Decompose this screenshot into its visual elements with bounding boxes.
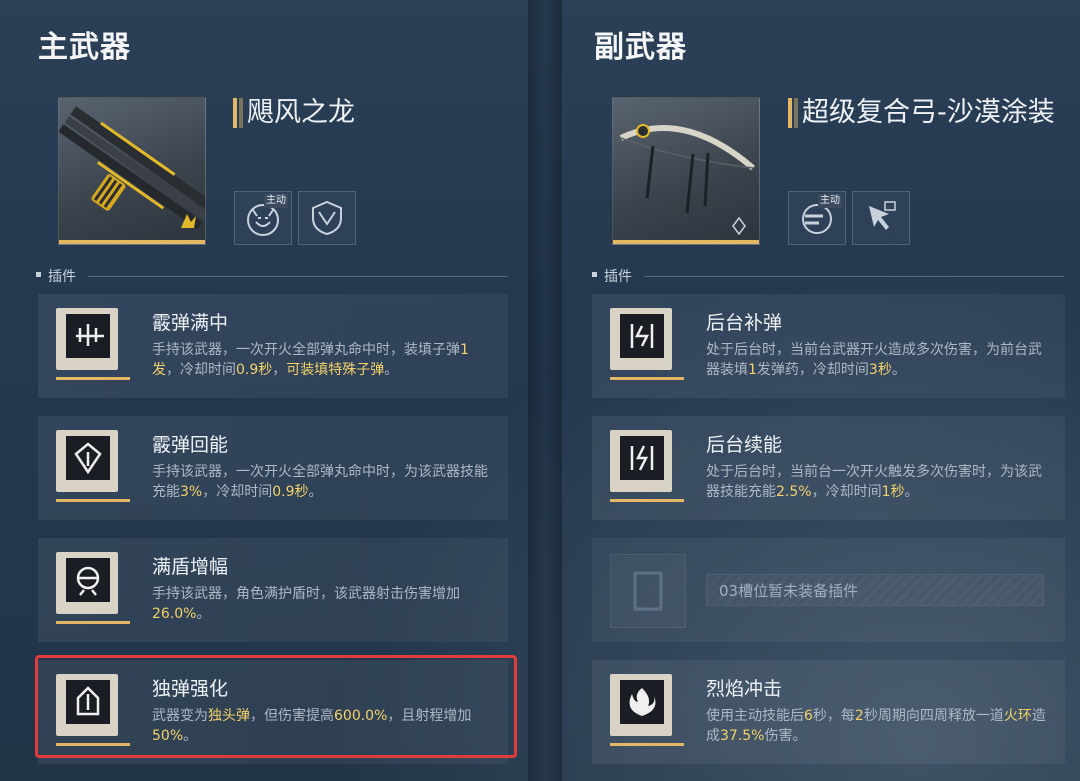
highlight-value: 37.5% [720,728,765,744]
empty-plugin-slot[interactable]: 03槽位暂未装备插件 [592,538,1065,642]
plugin-card[interactable]: 霰弹满中手持该武器，一次开火全部弹丸命中时，装填子弹1发，冷却时间0.9秒，可装… [38,294,508,398]
weapon-name: 飓风之龙 [233,96,355,130]
plugin-icon [610,430,684,502]
highlight-value: 1秒 [881,484,905,500]
plugin-card[interactable]: 后台续能处于后台时，当前台一次开火触发多次伤害时，为该武器技能充能2.5%，冷却… [592,416,1065,520]
highlight-value: 26.0% [152,606,197,622]
highlight-value: 0.9秒 [272,484,309,500]
plugin-card[interactable]: 霰弹回能手持该武器，一次开火全部弹丸命中时，为该武器技能充能3%，冷却时间0.9… [38,416,508,520]
plugin-name: 霰弹回能 [152,434,229,456]
flame-impact-icon [629,688,656,716]
reload-support-icon [630,324,654,348]
plugin-icon [56,552,130,624]
minigun-icon [59,106,205,230]
empty-slot-icon [610,554,686,628]
plugins-section-label: 插件 [36,266,76,286]
shield-emblem-icon [312,200,342,236]
empty-slot-text: 03槽位暂未装备插件 [706,574,1044,606]
plugin-icon [610,674,684,746]
highlight-value: 3秒 [868,362,892,378]
highlight-value: 0.9秒 [236,362,273,378]
highlight-value: 可装填特殊子弹 [286,362,385,378]
slug-upgrade-icon [76,686,100,716]
active-skill-icon[interactable]: 主动 [788,191,846,245]
thumb-accent-line [59,240,205,244]
thumb-accent-line [613,240,759,244]
passive-skill-icon[interactable] [298,191,356,245]
highlight-value: 2 [854,708,864,724]
plugins-section-label: 插件 [592,266,632,286]
plugin-card[interactable]: 满盾增幅手持该武器，角色满护盾时，该武器射击伤害增加26.0%。 [38,538,508,642]
panel-title: 主武器 [38,30,131,65]
callout-highlight-box [35,655,517,758]
plugin-icon [610,308,684,380]
plugin-card[interactable]: 烈焰冲击使用主动技能后6秒，每2秒周期向四周释放一道火环造成37.5%伤害。 [592,660,1065,764]
plugin-name: 烈焰冲击 [706,678,783,700]
highlight-value: 火环 [1003,708,1032,724]
active-tag: 主动 [264,194,288,208]
panel-title: 副武器 [594,30,687,65]
plugin-name: 霰弹满中 [152,312,229,334]
plugin-description: 处于后台时，当前台一次开火触发多次伤害时，为该武器技能充能2.5%，冷却时间1秒… [706,464,1042,500]
highlight-value: 6 [804,708,813,724]
primary-weapon-panel: 主武器 飓风之龙 主动 插件 霰弹满中 手持该武器，一次开火全部弹丸命中时，装填… [0,0,528,781]
plugin-description: 使用主动技能后6秒，每2秒周期向四周释放一道火环造成37.5%伤害。 [706,708,1046,744]
compound-bow-icon [619,124,755,236]
weapon-thumbnail[interactable] [612,97,760,245]
plugin-name: 后台续能 [706,434,783,456]
plugin-description: 处于后台时，当前台武器开火造成多次伤害，为前台武器装填1发弹药，冷却时间3秒。 [706,342,1042,378]
shotgun-burst-icon [76,324,104,346]
section-divider [644,276,1064,277]
shield-boost-icon [76,566,100,596]
plugin-name: 后台补弹 [706,312,783,334]
plugin-description: 手持该武器，一次开火全部弹丸命中时，装填子弹1发，冷却时间0.9秒，可装填特殊子… [152,342,469,378]
plugin-description: 手持该武器，角色满护盾时，该武器射击伤害增加26.0%。 [152,586,460,622]
plugin-description: 手持该武器，一次开火全部弹丸命中时，为该武器技能充能3%，冷却时间0.9秒。 [152,464,488,500]
energy-support-icon [630,445,654,471]
plugin-name: 满盾增幅 [152,556,229,578]
weapon-name: 超级复合弓-沙漠涂装 [788,96,1055,130]
plugin-icon [56,430,130,502]
active-tag: 主动 [818,194,842,208]
secondary-weapon-panel: 副武器 超级复合弓-沙漠涂装 主动 插件 后台补弹处于后台时，当前台武器开火造成… [562,0,1080,781]
panel-divider [528,0,562,781]
section-divider [88,276,508,277]
highlight-value: 3% [180,484,203,500]
active-skill-icon[interactable]: 主动 [234,191,292,245]
weapon-thumbnail[interactable] [58,97,206,245]
energy-diamond-icon [74,442,102,475]
plugin-card[interactable]: 后台补弹处于后台时，当前台武器开火造成多次伤害，为前台武器装填1发弹药，冷却时间… [592,294,1065,398]
plugin-icon [56,308,130,380]
highlight-value: 1 [748,362,757,378]
passive-skill-icon[interactable] [852,191,910,245]
highlight-value: 2.5% [776,484,812,500]
cursor-arrow-icon [869,201,896,230]
